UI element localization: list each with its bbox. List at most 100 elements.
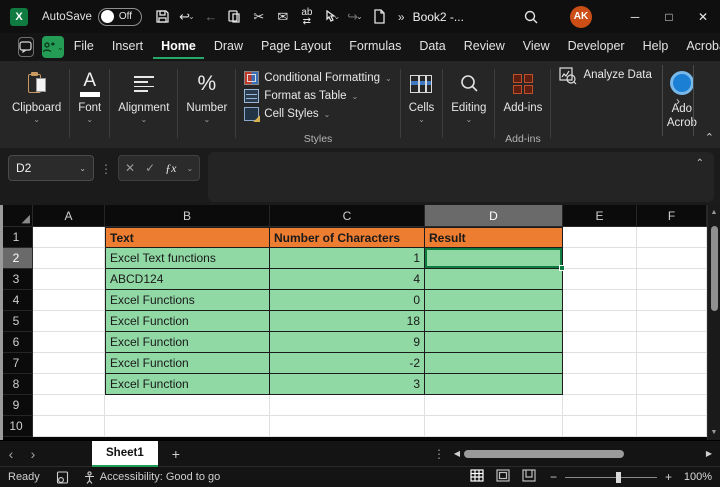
scroll-up-icon[interactable]: ▲ [711,205,718,220]
normal-view-button[interactable] [470,469,484,485]
cell-A8[interactable] [33,374,105,395]
clipboard-group[interactable]: Clipboard ⌄ [4,63,69,148]
cell-A7[interactable] [33,353,105,374]
ribbon-tab-acrobat[interactable]: Acrobat [678,35,720,59]
cell-F7[interactable] [637,353,707,374]
vertical-scrollbar[interactable]: ▲ ▼ [707,205,720,440]
ribbon-tab-help[interactable]: Help [635,35,677,59]
cell-F2[interactable] [637,248,707,269]
cell-C10[interactable] [270,416,425,437]
font-group[interactable]: A Font ⌄ [70,63,109,148]
fx-chevron-icon[interactable]: ⌄ [186,164,193,173]
number-group[interactable]: % Number ⌄ [178,63,235,148]
redo-button[interactable]: ↪⌄ [344,5,366,29]
cell-D3[interactable] [425,269,563,290]
zoom-slider[interactable] [565,477,657,478]
select-all-corner[interactable]: ◢ [0,205,33,227]
ribbon-tab-developer[interactable]: Developer [560,35,633,59]
row-header-7[interactable]: 7 [0,353,33,374]
cell-D4[interactable] [425,290,563,311]
cell-C2[interactable]: 1 [270,248,425,269]
cell-C6[interactable]: 9 [270,332,425,353]
cell-styles-button[interactable]: Cell Styles ⌄ [244,107,330,121]
cell-A6[interactable] [33,332,105,353]
ribbon-tab-insert[interactable]: Insert [104,35,151,59]
replace-button[interactable]: ab⇄ [296,5,318,29]
cell-A3[interactable] [33,269,105,290]
zoom-out-button[interactable]: − [550,470,557,484]
cell-F10[interactable] [637,416,707,437]
column-header-F[interactable]: F [637,205,707,227]
zoom-in-button[interactable]: + [665,470,672,484]
accessibility-status[interactable]: Accessibility: Good to go [83,471,220,484]
cell-C7[interactable]: -2 [270,353,425,374]
cell-F3[interactable] [637,269,707,290]
confirm-entry-button[interactable]: ✓ [145,161,155,175]
scroll-down-icon[interactable]: ▼ [711,425,718,440]
cell-A10[interactable] [33,416,105,437]
ribbon-tab-draw[interactable]: Draw [206,35,251,59]
cell-E10[interactable] [563,416,637,437]
sheet-tab-sheet1[interactable]: Sheet1 [92,441,158,467]
cell-F9[interactable] [637,395,707,416]
cell-F1[interactable] [637,227,707,248]
touch-mode-button[interactable]: ⌄ [320,5,342,29]
next-sheet-button[interactable]: › [22,446,44,462]
row-header-1[interactable]: 1 [0,227,33,248]
cell-B9[interactable] [105,395,270,416]
add-sheet-button[interactable]: + [172,446,180,462]
cell-B4[interactable]: Excel Functions [105,290,270,311]
name-box[interactable]: D2 ⌄ [8,155,94,181]
cell-B3[interactable]: ABCD124 [105,269,270,290]
scroll-right-icon[interactable]: ▶ [702,449,716,458]
share-button[interactable]: ⌄ [42,36,64,58]
zoom-slider-thumb[interactable] [616,472,621,483]
column-header-D[interactable]: D [425,205,563,227]
formula-bar-expand-icon[interactable]: ⌃ [696,158,704,169]
alignment-group[interactable]: Alignment ⌄ [110,63,177,148]
cell-E5[interactable] [563,311,637,332]
document-title[interactable]: Book2 -... [413,10,464,24]
horizontal-scroll-thumb[interactable] [464,450,624,458]
undo-chevron-icon[interactable]: ⌄ [188,12,195,21]
save-button[interactable] [152,5,174,29]
autosave-toggle[interactable]: Off [98,8,142,26]
analyze-data-button[interactable]: Analyze Data [551,63,659,148]
ribbon-scroll-right[interactable]: › [662,65,694,136]
cell-A9[interactable] [33,395,105,416]
autosave-control[interactable]: AutoSave Off [42,8,142,26]
back-button[interactable]: ← [200,5,222,29]
mail-button[interactable]: ✉ [272,5,294,29]
row-header-6[interactable]: 6 [0,332,33,353]
fill-handle[interactable] [559,265,565,271]
cell-D8[interactable] [425,374,563,395]
cut-button[interactable]: ✂ [248,5,270,29]
column-header-A[interactable]: A [33,205,105,227]
row-header-5[interactable]: 5 [0,311,33,332]
close-button[interactable]: ✕ [686,0,720,33]
comments-button[interactable] [18,37,34,57]
conditional-formatting-button[interactable]: Conditional Formatting ⌄ [244,71,391,85]
scroll-left-icon[interactable]: ◀ [450,449,464,458]
ribbon-tab-file[interactable]: File [66,35,102,59]
cell-E3[interactable] [563,269,637,290]
column-header-C[interactable]: C [270,205,425,227]
user-avatar[interactable]: AK [570,6,592,28]
ribbon-tab-formulas[interactable]: Formulas [341,35,409,59]
maximize-button[interactable]: □ [652,0,686,33]
row-header-3[interactable]: 3 [0,269,33,290]
cell-E7[interactable] [563,353,637,374]
cell-C8[interactable]: 3 [270,374,425,395]
cell-F6[interactable] [637,332,707,353]
ribbon-tab-page-layout[interactable]: Page Layout [253,35,339,59]
ribbon-tab-review[interactable]: Review [456,35,513,59]
redo-chevron-icon[interactable]: ⌄ [356,12,363,21]
cell-C9[interactable] [270,395,425,416]
cell-F8[interactable] [637,374,707,395]
cell-C4[interactable]: 0 [270,290,425,311]
cell-F4[interactable] [637,290,707,311]
ribbon-tab-data[interactable]: Data [411,35,453,59]
cell-E2[interactable] [563,248,637,269]
row-header-2[interactable]: 2 [0,248,33,269]
row-header-9[interactable]: 9 [0,395,33,416]
